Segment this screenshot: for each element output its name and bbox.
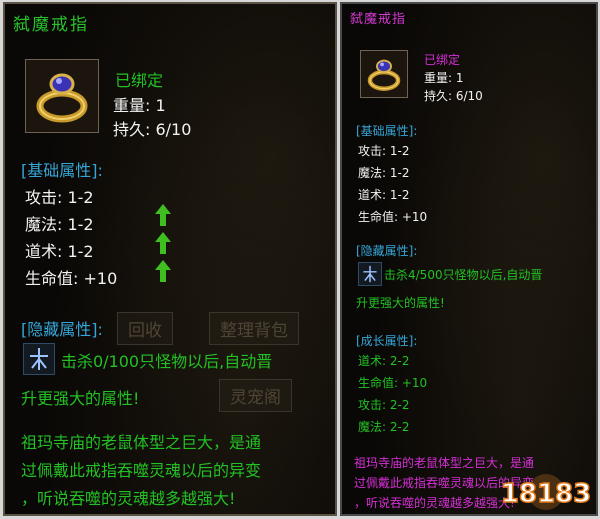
desc-line1: 祖玛寺庙的老鼠体型之巨大，是通 <box>21 433 262 452</box>
base-attr-header: [基础属性]: <box>356 124 418 138</box>
stat-taoism: 道术: 1-2 <box>25 242 94 261</box>
recycle-button: 回收 <box>117 312 173 345</box>
stat-hp: 生命值: +10 <box>358 210 428 224</box>
durability-value: 持久: 6/10 <box>113 120 192 139</box>
growth-taoism: 道术: 2-2 <box>358 354 410 368</box>
item-tooltip-right: 弑魔戒指 已绑定 重量: 1 持久: 6/10 [基础属性]: 攻击: 1-2 … <box>340 2 598 516</box>
upgrade-arrow-icon <box>155 204 171 226</box>
pet-pavilion-button: 灵宠阁 <box>219 379 292 412</box>
desc-line3: ，听说吞噬的灵魂越多越强大! <box>354 496 515 510</box>
hidden-attr-header: [隐藏属性]: <box>21 320 103 339</box>
hidden-attr-icon <box>358 262 382 286</box>
hidden-attr-line1: 击杀4/500只怪物以后,自动晋 <box>384 268 543 282</box>
stat-attack: 攻击: 1-2 <box>25 188 94 207</box>
item-title: 弑魔戒指 <box>13 15 89 35</box>
stat-magic: 魔法: 1-2 <box>25 215 94 234</box>
ring-icon <box>25 59 99 133</box>
bound-status: 已绑定 <box>115 71 164 90</box>
base-attr-header: [基础属性]: <box>21 161 103 180</box>
hidden-attr-header: [隐藏属性]: <box>356 244 418 258</box>
growth-attr-header: [成长属性]: <box>356 334 418 348</box>
stat-hp: 生命值: +10 <box>25 269 118 288</box>
growth-magic: 魔法: 2-2 <box>358 420 410 434</box>
sort-bag-button: 整理背包 <box>209 312 299 345</box>
weight-value: 重量: 1 <box>424 71 464 85</box>
hidden-attr-line2: 升更强大的属性! <box>21 389 140 408</box>
hidden-attr-icon <box>23 343 55 375</box>
18183-logo-icon: 18183 <box>500 474 592 510</box>
hidden-attr-line2: 升更强大的属性! <box>356 296 445 310</box>
ring-icon <box>360 50 408 98</box>
item-title: 弑魔戒指 <box>350 12 407 27</box>
growth-hp: 生命值: +10 <box>358 376 428 390</box>
desc-line1: 祖玛寺庙的老鼠体型之巨大，是通 <box>354 456 535 470</box>
stat-taoism: 道术: 1-2 <box>358 188 410 202</box>
bound-status: 已绑定 <box>424 53 461 67</box>
weight-value: 重量: 1 <box>113 96 166 115</box>
watermark-text: 18183 <box>501 479 591 509</box>
upgrade-arrow-icon <box>155 260 171 282</box>
stat-magic: 魔法: 1-2 <box>358 166 410 180</box>
growth-attack: 攻击: 2-2 <box>358 398 410 412</box>
desc-line2: 过佩戴此戒指吞噬灵魂以后的异变 <box>21 461 262 480</box>
durability-value: 持久: 6/10 <box>424 89 483 103</box>
upgrade-arrow-icon <box>155 232 171 254</box>
hidden-attr-line1: 击杀0/100只怪物以后,自动晋 <box>61 352 273 371</box>
item-tooltip-left: 弑魔戒指 已绑定 重量: 1 持久: 6/10 [基础属性]: 攻击: 1-2 … <box>3 2 337 516</box>
desc-line3: ，听说吞噬的灵魂越多越强大! <box>21 489 236 508</box>
stat-attack: 攻击: 1-2 <box>358 144 410 158</box>
